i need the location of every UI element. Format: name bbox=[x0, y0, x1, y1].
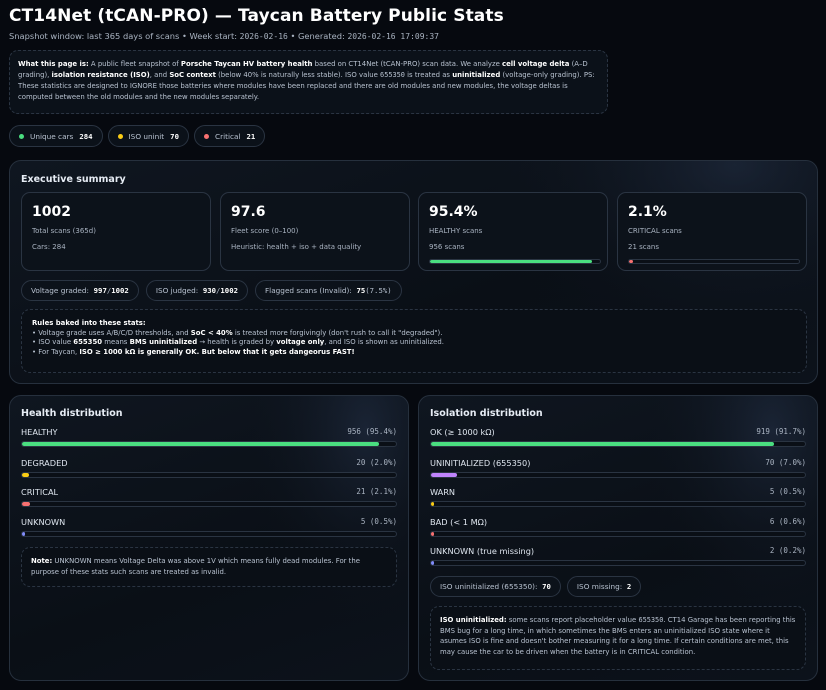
pill-iso-uninit: ISO uninit 70 bbox=[107, 125, 189, 147]
health-note: Note: UNKNOWN means Voltage Delta was ab… bbox=[21, 547, 397, 587]
green-dot-icon bbox=[19, 133, 24, 139]
executive-summary-title: Executive summary bbox=[21, 174, 126, 185]
health-distribution-card: Health distribution HEALTHY 956 (95.4%) … bbox=[9, 395, 409, 681]
isolation-distribution-card: Isolation distribution OK (≥ 1000 kΩ) 91… bbox=[418, 395, 818, 681]
pill-iso-judged: ISO judged: 930 / 1002 bbox=[145, 280, 248, 301]
about-box: What this page is: A public fleet snapsh… bbox=[9, 50, 608, 114]
stat-total-scans: 1002 Total scans (365d) Cars: 284 bbox=[21, 192, 211, 271]
iso-count-pills: ISO uninitialized (655350): 70 ISO missi… bbox=[430, 576, 642, 597]
isolation-distribution-title: Isolation distribution bbox=[430, 408, 543, 419]
page-title: CT14Net (tCAN-PRO) — Taycan Battery Publ… bbox=[9, 6, 504, 26]
executive-summary-card: Executive summary 1002 Total scans (365d… bbox=[9, 160, 818, 384]
snapshot-info: Snapshot window: last 365 days of scans … bbox=[9, 31, 439, 41]
summary-pills: Unique cars 284 ISO uninit 70 Critical 21 bbox=[9, 125, 266, 147]
coverage-pills: Voltage graded: 997 / 1002 ISO judged: 9… bbox=[21, 280, 402, 301]
critical-progress-bar bbox=[628, 259, 800, 264]
rules-box: Rules baked into these stats: • Voltage … bbox=[21, 309, 807, 373]
red-dot-icon bbox=[203, 133, 209, 139]
health-distribution-title: Health distribution bbox=[21, 408, 123, 419]
generated-timestamp: 2026-02-16 17:09:37 bbox=[347, 32, 439, 41]
healthy-progress-bar bbox=[429, 259, 601, 264]
week-start: 2026-02-16 bbox=[239, 32, 288, 41]
stat-fleet-score: 97.6 Fleet score (0–100) Heuristic: heal… bbox=[220, 192, 410, 271]
pill-iso-uninitialized: ISO uninitialized (655350): 70 bbox=[430, 576, 561, 597]
pill-voltage-graded: Voltage graded: 997 / 1002 bbox=[21, 280, 139, 301]
pill-critical: Critical 21 bbox=[193, 125, 266, 147]
iso-note: ISO uninitialized: some scans report pla… bbox=[430, 606, 806, 670]
pill-unique-cars: Unique cars 284 bbox=[9, 125, 103, 147]
stat-healthy-scans: 95.4% HEALTHY scans 956 scans bbox=[418, 192, 608, 271]
yellow-dot-icon bbox=[117, 133, 123, 139]
pill-iso-missing: ISO missing: 2 bbox=[566, 576, 642, 597]
stat-critical-scans: 2.1% CRITICAL scans 21 scans bbox=[617, 192, 807, 271]
pill-flagged-scans: Flagged scans (Invalid): 75 (7.5%) bbox=[254, 280, 402, 301]
